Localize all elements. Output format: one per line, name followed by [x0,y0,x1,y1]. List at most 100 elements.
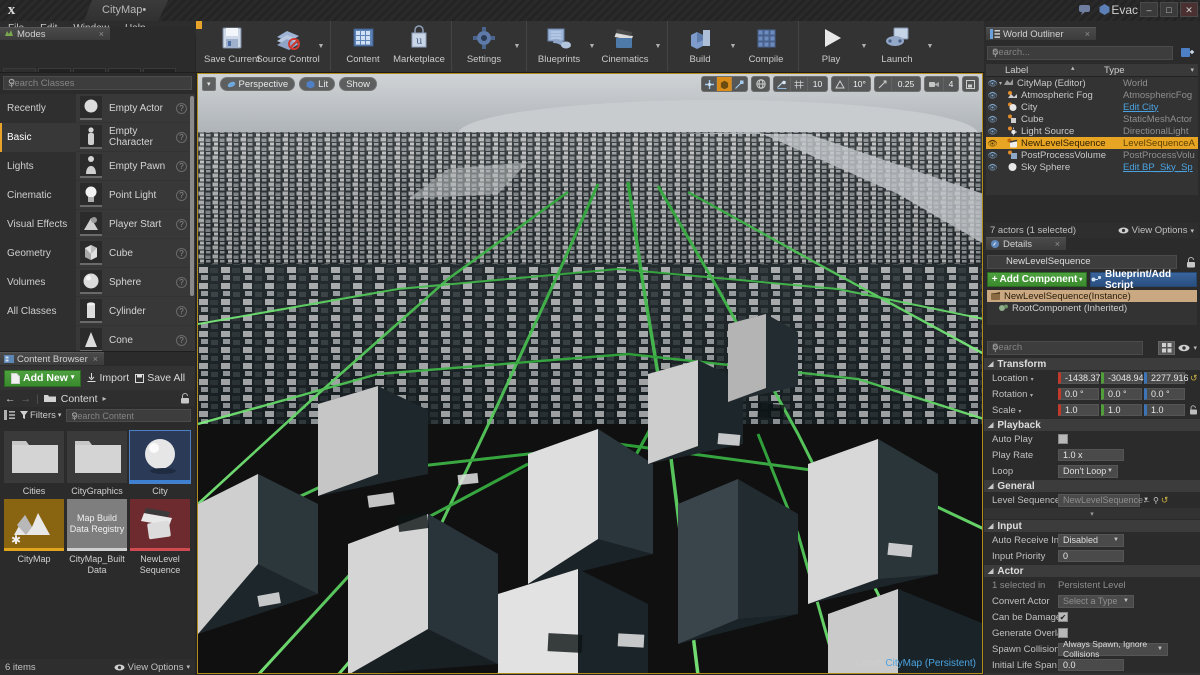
asset-tile[interactable]: ✱ CityMap [4,499,64,576]
viewport-3d-scene[interactable] [198,74,982,673]
play-rate-field[interactable]: 1.0 x [1058,449,1124,461]
minimize-button[interactable]: – [1140,2,1158,17]
auto-play-checkbox[interactable] [1058,434,1068,444]
compile-button[interactable]: Compile [738,21,794,71]
category-basic[interactable]: Basic [0,123,76,152]
list-item[interactable]: Empty Character ? [76,123,195,152]
expander-icon[interactable]: ▾ [999,80,1002,87]
document-tab[interactable]: CityMap• [84,0,168,21]
loop-dropdown[interactable]: Don't Loop▼ [1058,465,1118,478]
help-icon[interactable]: ? [176,277,187,288]
help-icon[interactable]: ? [176,335,187,346]
modes-tab[interactable]: Modes × [0,27,110,40]
section-general[interactable]: ◢ General [984,479,1200,492]
visibility-icon[interactable]: 👁 [986,151,999,160]
forward-button[interactable]: → [21,393,32,405]
lock-icon[interactable] [1186,257,1196,268]
rotation-z-field[interactable]: 0.0 ° [1144,388,1185,400]
table-row[interactable]: 👁 ▾ CityMap (Editor) World [986,77,1198,89]
section-transform[interactable]: ◢ Transform [984,357,1200,370]
unreal-badge-icon[interactable] [1097,2,1112,17]
visibility-icon[interactable]: 👁 [986,103,999,112]
section-input[interactable]: ◢ Input [984,519,1200,532]
location-x-field[interactable]: -1438.375 [1058,372,1099,384]
details-tab[interactable]: Details × [986,237,1066,250]
maximize-button[interactable]: □ [1160,2,1178,17]
camera-speed-icon[interactable] [925,77,944,91]
angle-snap-icon[interactable] [832,77,849,91]
world-space-icon[interactable] [752,77,769,91]
source-control-button[interactable]: Source Control [260,21,316,71]
chevron-down-icon[interactable]: ▾ [1193,344,1197,352]
scale-x-field[interactable]: 1.0 [1058,404,1099,416]
play-button[interactable]: Play [803,21,859,71]
camera-mode-button[interactable]: Perspective [220,77,296,91]
view-options-button[interactable]: View Options ▾ [114,662,190,673]
show-flags-button[interactable]: Show [339,77,377,91]
help-icon[interactable]: ? [176,190,187,201]
close-icon[interactable]: × [1053,239,1062,249]
play-caret[interactable]: ▼ [859,21,869,71]
help-icon[interactable]: ? [176,306,187,317]
add-to-outliner-button[interactable] [1180,46,1197,60]
rotation-y-field[interactable]: 0.0 ° [1101,388,1142,400]
blueprints-caret[interactable]: ▼ [587,21,597,71]
table-row[interactable]: 👁 NewLevelSequence LevelSequenceA [986,137,1198,149]
list-item[interactable]: Cylinder ? [76,297,195,326]
convert-actor-dropdown[interactable]: Select a Type▼ [1058,595,1134,608]
location-z-field[interactable]: 2277.916 [1144,372,1185,384]
category-volumes[interactable]: Volumes [0,268,76,297]
settings-caret[interactable]: ▼ [512,21,522,71]
build-button[interactable]: Build [672,21,728,71]
outliner-row-type[interactable]: Edit BP_Sky_Sp [1123,162,1193,173]
actor-name-field[interactable]: NewLevelSequence [987,255,1177,269]
filters-button[interactable]: Filters ▾ [20,410,61,421]
scale-snap-value[interactable]: 0.25 [892,77,920,91]
list-item[interactable]: Empty Pawn ? [76,152,195,181]
list-item[interactable]: Point Light ? [76,181,195,210]
grid-view-icon[interactable] [1158,341,1175,355]
table-row[interactable]: 👁 Light Source DirectionalLight [986,125,1198,137]
visibility-icon[interactable]: 👁 [986,79,999,88]
lock-icon[interactable] [1189,405,1198,415]
section-actor[interactable]: ◢ Actor [984,564,1200,577]
save-current-button[interactable]: Save Current [204,21,260,71]
help-icon[interactable]: ? [176,161,187,172]
add-new-button[interactable]: Add New ▾ [4,370,81,387]
list-item[interactable]: Player Start ? [76,210,195,239]
component-row-root-component[interactable]: RootComponent (Inherited) [987,302,1197,314]
cinematics-caret[interactable]: ▼ [653,21,663,71]
reset-asset-icon[interactable]: ↺ [1161,495,1169,506]
level-viewport[interactable]: ▾ Perspective Lit Show [197,73,983,674]
search-classes-input[interactable]: Search Classes ⚲ [3,76,192,90]
close-icon[interactable]: × [97,29,106,39]
scale-y-field[interactable]: 1.0 [1101,404,1142,416]
scale-z-field[interactable]: 1.0 [1144,404,1185,416]
table-row[interactable]: 👁 City Edit City [986,101,1198,113]
feedback-icon[interactable] [1077,2,1092,17]
reset-location-icon[interactable]: ↺ [1190,373,1198,384]
visibility-icon[interactable]: 👁 [986,115,999,124]
outliner-view-options-button[interactable]: View Options ▾ [1118,225,1194,236]
close-button[interactable]: ✕ [1180,2,1198,17]
category-geometry[interactable]: Geometry [0,239,76,268]
list-item[interactable]: Cone ? [76,326,195,351]
table-row[interactable]: 👁 Cube StaticMeshActor [986,113,1198,125]
visibility-icon[interactable]: 👁 [986,91,999,100]
generate-overlap-checkbox[interactable] [1058,628,1068,638]
table-row[interactable]: 👁 Sky Sphere Edit BP_Sky_Sp [986,161,1198,173]
angle-snap-value[interactable]: 10° [849,77,870,91]
path-crumb-content[interactable]: Content [61,393,98,405]
actor-list-scrollbar[interactable] [190,96,194,296]
view-mode-button[interactable]: Lit [299,77,335,91]
surface-snap-icon[interactable] [774,77,791,91]
help-icon[interactable]: ? [176,219,187,230]
camera-speed-value[interactable]: 4 [944,77,958,91]
column-label[interactable]: Label ▴ [986,65,1104,76]
build-caret[interactable]: ▼ [728,21,738,71]
sources-toggle-icon[interactable] [4,410,15,420]
outliner-search-input[interactable]: Search... ⚲ [987,46,1173,60]
source-control-caret[interactable]: ▼ [316,21,326,71]
table-row[interactable]: 👁 Atmospheric Fog AtmosphericFog [986,89,1198,101]
scale-snap-icon[interactable] [875,77,892,91]
